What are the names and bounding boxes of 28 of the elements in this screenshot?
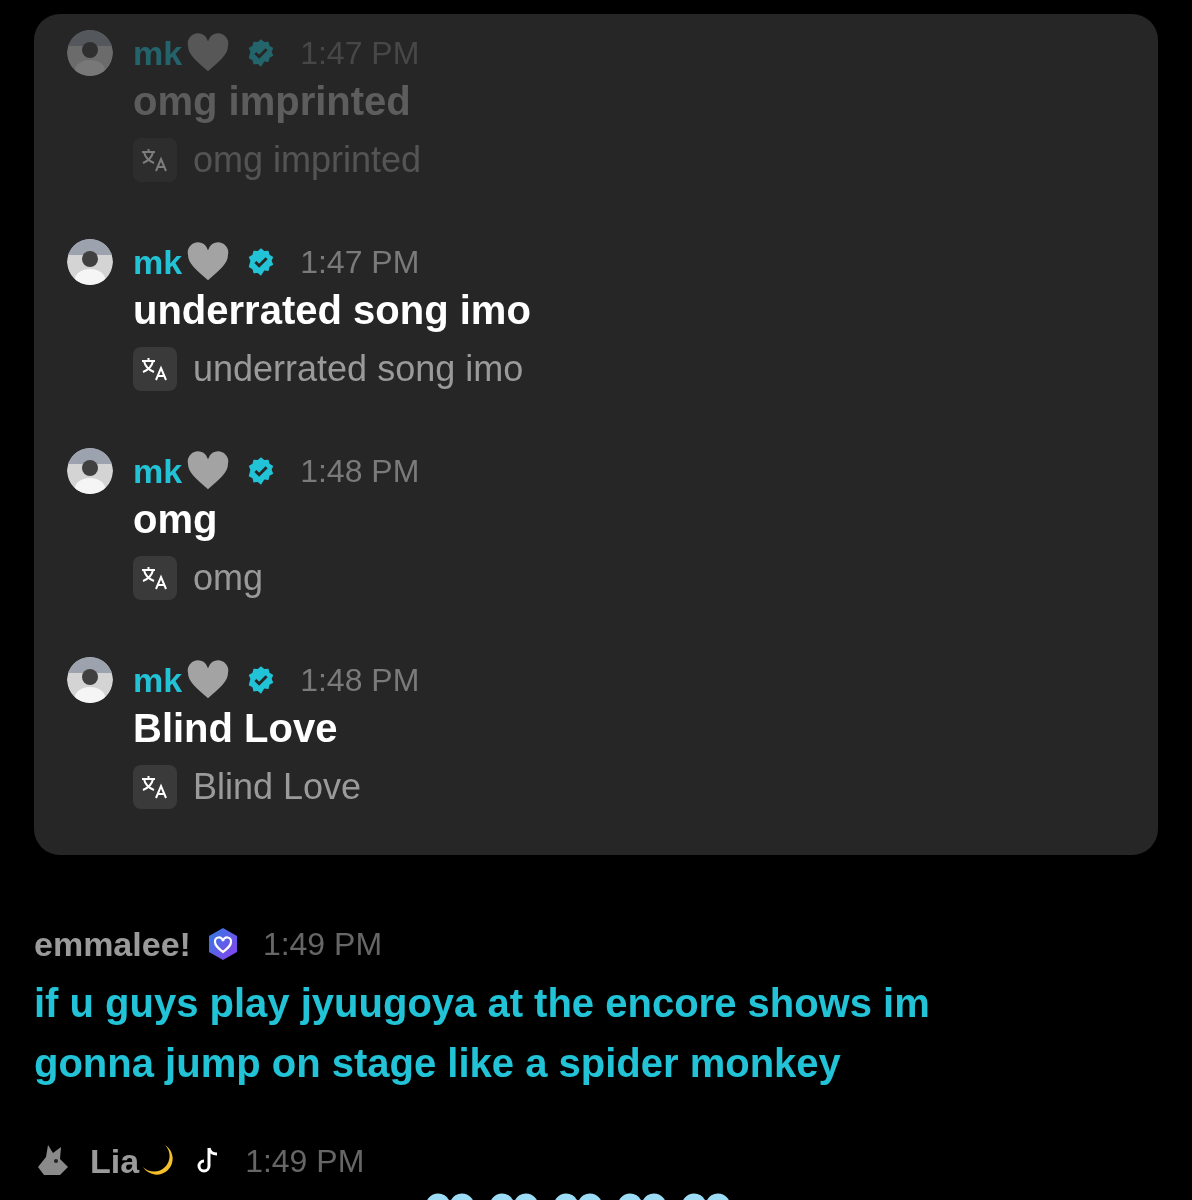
heart-badge-icon bbox=[206, 927, 239, 961]
author-name[interactable]: mk bbox=[133, 663, 183, 697]
heart-icon bbox=[186, 451, 231, 491]
message-text: Blind Love bbox=[133, 705, 339, 752]
author-name[interactable]: mk bbox=[133, 454, 183, 488]
avatar[interactable] bbox=[67, 448, 113, 494]
translate-icon[interactable] bbox=[133, 347, 177, 391]
timestamp: 1:47 PM bbox=[300, 246, 420, 278]
timestamp: 1:48 PM bbox=[300, 664, 420, 696]
author-name[interactable]: emmalee! bbox=[34, 927, 191, 961]
message-text: underrated song imo bbox=[133, 287, 531, 334]
message-text: if u guys play jyuugoya at the encore shows im gonna jump on stage like a spider monkey bbox=[34, 980, 931, 1087]
translate-icon[interactable] bbox=[133, 765, 177, 809]
heart-icon bbox=[186, 242, 231, 282]
message-text: omg bbox=[133, 496, 219, 543]
author-name[interactable]: mk bbox=[133, 245, 183, 279]
translated-text: underrated song imo bbox=[193, 351, 524, 387]
heart-icon bbox=[186, 33, 231, 73]
avatar[interactable] bbox=[67, 239, 113, 285]
author-name[interactable]: Lia bbox=[90, 1144, 140, 1178]
timestamp: 1:48 PM bbox=[300, 455, 420, 487]
translated-text: omg bbox=[193, 560, 264, 596]
translate-icon[interactable] bbox=[133, 556, 177, 600]
heart-icon bbox=[186, 660, 231, 700]
timestamp: 1:49 PM bbox=[245, 1145, 365, 1177]
avatar[interactable] bbox=[67, 657, 113, 703]
translated-text: Blind Love bbox=[193, 769, 362, 805]
timestamp: 1:49 PM bbox=[262, 928, 383, 960]
